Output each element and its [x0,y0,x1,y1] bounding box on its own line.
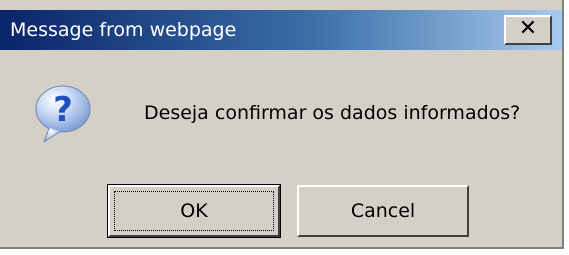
message-dialog: Message from webpage ✕ ? Deseja confirma… [0,0,564,249]
svg-text:?: ? [53,90,73,130]
dialog-message: Deseja confirmar os dados informados? [144,102,521,124]
question-icon: ? [30,82,96,148]
title-bar[interactable]: Message from webpage ✕ [0,10,562,50]
ok-button[interactable]: OK [107,184,281,238]
close-button[interactable]: ✕ [504,15,552,45]
window-title: Message from webpage [10,19,237,41]
close-icon: ✕ [518,16,538,41]
cancel-button[interactable]: Cancel [297,185,469,237]
